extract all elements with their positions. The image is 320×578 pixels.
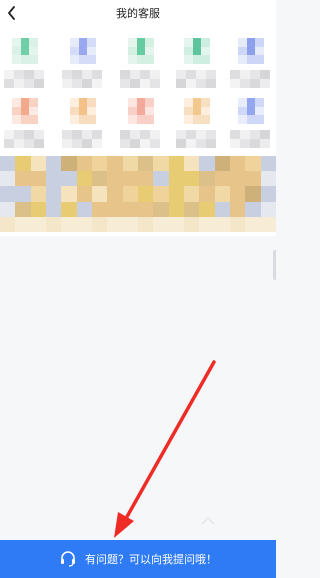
category-icon xyxy=(238,98,264,124)
category-item[interactable] xyxy=(4,98,44,158)
ask-question-button[interactable]: 有问题？可以向我提问哦！ xyxy=(0,540,276,578)
chevron-up-icon xyxy=(201,516,215,525)
category-icon xyxy=(12,38,38,64)
category-label xyxy=(120,130,160,148)
category-item[interactable] xyxy=(120,98,160,158)
category-icon xyxy=(184,98,210,124)
category-label xyxy=(230,70,270,88)
promo-banner[interactable] xyxy=(0,156,276,232)
category-label xyxy=(176,70,216,88)
category-item[interactable] xyxy=(62,38,102,98)
category-icon xyxy=(70,38,96,64)
page-title: 我的客服 xyxy=(116,7,160,20)
category-icon xyxy=(238,38,264,64)
category-item[interactable] xyxy=(176,98,216,158)
category-item[interactable] xyxy=(176,38,216,98)
category-icon xyxy=(70,98,96,124)
category-item[interactable] xyxy=(230,38,270,98)
ask-question-label: 有问题？可以向我提问哦！ xyxy=(85,553,217,566)
category-label xyxy=(62,130,102,148)
category-label xyxy=(176,130,216,148)
category-item[interactable] xyxy=(4,38,44,98)
category-icon xyxy=(128,98,154,124)
category-label xyxy=(230,130,270,148)
service-content xyxy=(0,26,276,236)
category-item[interactable] xyxy=(62,98,102,158)
headset-icon xyxy=(59,550,77,568)
side-handle[interactable] xyxy=(273,250,276,280)
category-label xyxy=(4,130,44,148)
category-icon xyxy=(184,38,210,64)
category-icon xyxy=(128,38,154,64)
category-label xyxy=(120,70,160,88)
empty-area xyxy=(0,236,276,540)
category-icon xyxy=(12,98,38,124)
category-item[interactable] xyxy=(120,38,160,98)
header-bar: 我的客服 xyxy=(0,0,276,26)
category-item[interactable] xyxy=(230,98,270,158)
category-label xyxy=(4,70,44,88)
category-label xyxy=(62,70,102,88)
